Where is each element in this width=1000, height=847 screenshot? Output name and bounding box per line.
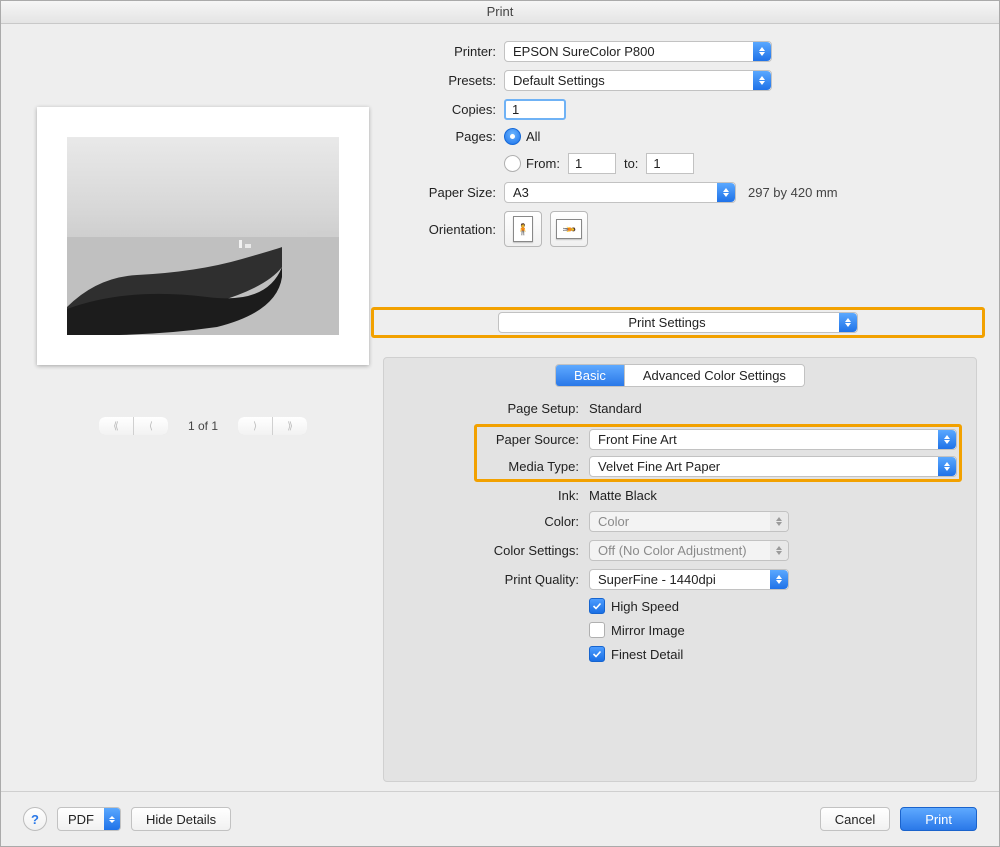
pages-from-label: From: — [526, 156, 560, 171]
paper-size-dimensions: 297 by 420 mm — [748, 185, 838, 200]
print-quality-label: Print Quality: — [384, 572, 579, 587]
person-rotated-icon: 🧍 — [562, 222, 575, 236]
button-bar: ? PDF Hide Details Cancel Print — [1, 791, 999, 846]
mirror-image-row: Mirror Image — [589, 622, 976, 638]
page-setup-value: Standard — [589, 401, 642, 416]
pdf-menu-button[interactable]: PDF — [57, 807, 121, 831]
presets-select[interactable]: Default Settings — [504, 70, 772, 91]
ink-value: Matte Black — [589, 488, 657, 503]
pager-next-button[interactable]: ⟩ — [238, 417, 272, 435]
pages-to-label: to: — [624, 156, 638, 171]
orientation-portrait-button[interactable]: 🧍 — [504, 211, 542, 247]
color-settings-select: Off (No Color Adjustment) — [589, 540, 789, 561]
section-select[interactable]: Print Settings — [498, 312, 858, 333]
media-type-label: Media Type: — [479, 459, 579, 474]
pager-count: 1 of 1 — [188, 419, 218, 433]
high-speed-label: High Speed — [611, 599, 679, 614]
section-selector-highlight: Print Settings — [371, 307, 985, 338]
finest-detail-row: Finest Detail — [589, 646, 976, 662]
paper-media-highlight: Paper Source: Front Fine Art Media Type:… — [474, 424, 962, 482]
hide-details-button[interactable]: Hide Details — [131, 807, 231, 831]
pager-last-button[interactable]: ⟫ — [272, 417, 307, 435]
high-speed-checkbox[interactable] — [589, 598, 605, 614]
cancel-button[interactable]: Cancel — [820, 807, 890, 831]
pager-first-button[interactable]: ⟪ — [99, 417, 133, 435]
finest-detail-label: Finest Detail — [611, 647, 683, 662]
pages-all-radio[interactable] — [504, 128, 521, 145]
settings-tabs: Basic Advanced Color Settings — [555, 364, 805, 387]
paper-size-label: Paper Size: — [401, 185, 496, 200]
media-type-select[interactable]: Velvet Fine Art Paper — [589, 456, 957, 477]
orientation-label: Orientation: — [401, 222, 496, 237]
help-button[interactable]: ? — [23, 807, 47, 831]
preview-pager: ⟪ ⟨ 1 of 1 ⟩ ⟫ — [37, 417, 369, 435]
mirror-image-label: Mirror Image — [611, 623, 685, 638]
finest-detail-checkbox[interactable] — [589, 646, 605, 662]
printer-label: Printer: — [401, 44, 496, 59]
paper-source-label: Paper Source: — [479, 432, 579, 447]
pages-all-label: All — [526, 129, 540, 144]
presets-label: Presets: — [401, 73, 496, 88]
print-button[interactable]: Print — [900, 807, 977, 831]
pages-range-radio[interactable] — [504, 155, 521, 172]
copies-input[interactable]: 1 — [504, 99, 566, 120]
paper-size-select[interactable]: A3 — [504, 182, 736, 203]
tab-basic[interactable]: Basic — [556, 365, 624, 386]
mirror-image-checkbox[interactable] — [589, 622, 605, 638]
page-setup-label: Page Setup: — [384, 401, 579, 416]
color-settings-label: Color Settings: — [384, 543, 579, 558]
window-title: Print — [1, 1, 999, 24]
pages-to-input[interactable]: 1 — [646, 153, 694, 174]
pager-prev-button[interactable]: ⟨ — [133, 417, 168, 435]
high-speed-row: High Speed — [589, 598, 976, 614]
print-quality-select[interactable]: SuperFine - 1440dpi — [589, 569, 789, 590]
preview-image — [67, 137, 339, 335]
person-icon: 🧍 — [516, 223, 530, 236]
printer-select[interactable]: EPSON SureColor P800 — [504, 41, 772, 62]
print-preview — [37, 107, 369, 365]
color-label: Color: — [384, 514, 579, 529]
print-dialog: Print — [0, 0, 1000, 847]
ink-label: Ink: — [384, 488, 579, 503]
pages-label: Pages: — [401, 129, 496, 144]
paper-source-select[interactable]: Front Fine Art — [589, 429, 957, 450]
color-select: Color — [589, 511, 789, 532]
pages-from-input[interactable]: 1 — [568, 153, 616, 174]
orientation-landscape-button[interactable]: 🧍 — [550, 211, 588, 247]
copies-label: Copies: — [401, 102, 496, 117]
tab-advanced-color[interactable]: Advanced Color Settings — [624, 365, 804, 386]
print-settings-panel: Basic Advanced Color Settings Page Setup… — [383, 357, 977, 782]
